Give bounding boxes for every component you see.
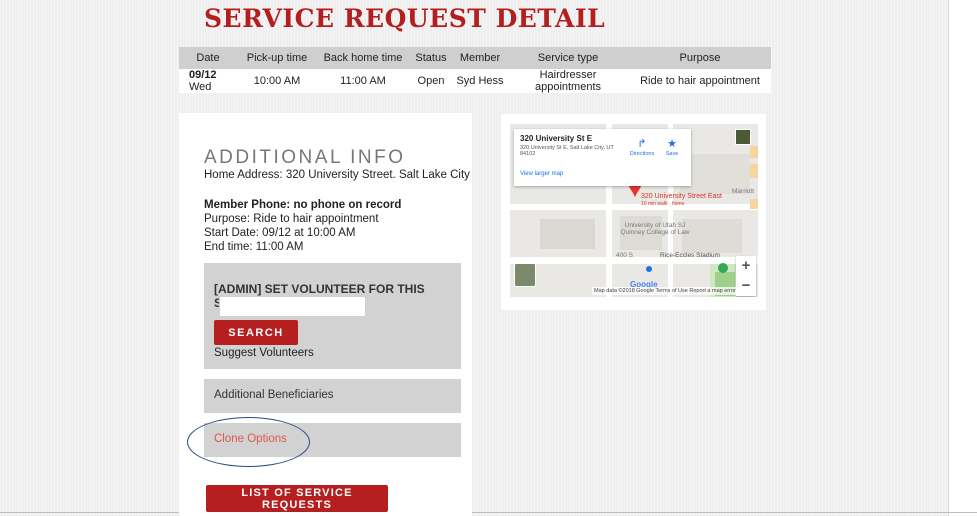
zoom-out-button[interactable]: − bbox=[736, 276, 756, 296]
map-card: 320 University St E 320 University St E,… bbox=[501, 114, 766, 310]
bottom-divider bbox=[0, 512, 977, 513]
zoom-in-button[interactable]: + bbox=[736, 256, 756, 276]
map-info-window: 320 University St E 320 University St E,… bbox=[514, 129, 691, 186]
header-date: Date bbox=[179, 47, 237, 69]
member-phone: Member Phone: no phone on record bbox=[204, 199, 402, 211]
cell-purpose: Ride to hair appointment bbox=[629, 69, 771, 93]
cell-pickup: 10:00 AM bbox=[237, 69, 317, 93]
zoom-control: + − bbox=[736, 256, 756, 296]
directions-icon: ↱ bbox=[637, 138, 647, 150]
cell-back-home: 11:00 AM bbox=[317, 69, 409, 93]
cell-date: 09/12 Wed bbox=[179, 69, 237, 93]
end-time: End time: 11:00 AM bbox=[204, 241, 304, 253]
search-button[interactable]: SEARCH bbox=[214, 320, 298, 345]
date-bold: 09/12 bbox=[189, 69, 217, 81]
home-address: Home Address: 320 University Street. Sal… bbox=[204, 169, 470, 181]
embedded-map[interactable]: 320 University St E 320 University St E,… bbox=[510, 124, 758, 297]
scrollbar-track[interactable] bbox=[948, 0, 977, 516]
additional-beneficiaries-label: Additional Beneficiaries bbox=[214, 389, 334, 401]
header-status: Status bbox=[409, 47, 453, 69]
cell-member: Syd Hess bbox=[453, 69, 507, 93]
header-pickup: Pick-up time bbox=[237, 47, 317, 69]
map-place-address: 320 University St E, Salt Lake City, UT … bbox=[520, 145, 614, 157]
map-pin-sublabel: 10 min walk · home bbox=[641, 201, 685, 207]
header-member: Member bbox=[453, 47, 507, 69]
start-date: Start Date: 09/12 at 10:00 AM bbox=[204, 227, 356, 239]
cell-service-type: Hairdresser appointments bbox=[507, 69, 629, 93]
date-day: Wed bbox=[189, 81, 212, 93]
header-service-type: Service type bbox=[507, 47, 629, 69]
directions-label: Directions bbox=[629, 151, 655, 157]
header-purpose: Purpose bbox=[629, 47, 771, 69]
purpose-line: Purpose: Ride to hair appointment bbox=[204, 213, 379, 225]
additional-beneficiaries-section[interactable]: Additional Beneficiaries bbox=[204, 379, 461, 413]
directions-button[interactable]: ↱ Directions bbox=[627, 138, 657, 157]
view-larger-map-link[interactable]: View larger map bbox=[520, 171, 563, 177]
cell-status: Open bbox=[409, 69, 453, 93]
street-400s: 400 S bbox=[616, 252, 633, 259]
volunteer-search-input[interactable] bbox=[219, 296, 366, 317]
satellite-toggle[interactable] bbox=[514, 263, 536, 287]
save-label: Save bbox=[665, 151, 679, 157]
poi-marriott: Marriott bbox=[732, 188, 755, 195]
table-header-row: Date Pick-up time Back home time Status … bbox=[179, 47, 771, 69]
map-pin-label: 320 University Street East bbox=[641, 193, 722, 200]
save-button[interactable]: ★ Save bbox=[657, 138, 687, 157]
highlight-circle-annotation bbox=[187, 417, 310, 467]
list-service-requests-button[interactable]: LIST OF SERVICE REQUESTS bbox=[206, 485, 388, 512]
poi-law-school: University of Utah SJ Quinney College of… bbox=[620, 222, 690, 236]
star-icon: ★ bbox=[667, 138, 677, 150]
header-back-home: Back home time bbox=[317, 47, 409, 69]
street-view-thumbnail[interactable] bbox=[735, 129, 751, 145]
additional-info-heading: ADDITIONAL INFO bbox=[204, 147, 406, 168]
table-row[interactable]: 09/12 Wed 10:00 AM 11:00 AM Open Syd Hes… bbox=[179, 69, 771, 93]
admin-volunteer-box: [ADMIN] SET VOLUNTEER FOR THIS SERVICE S… bbox=[204, 263, 461, 369]
page-title: SERVICE REQUEST DETAIL bbox=[204, 4, 606, 33]
map-footer[interactable]: Map data ©2018 Google Terms of Use Repor… bbox=[592, 287, 738, 295]
poi-stadium: Rice-Eccles Stadium bbox=[660, 252, 720, 259]
suggest-volunteers[interactable]: Suggest Volunteers bbox=[214, 347, 314, 359]
map-place-title: 320 University St E bbox=[520, 134, 593, 143]
service-request-table: Date Pick-up time Back home time Status … bbox=[179, 47, 771, 93]
